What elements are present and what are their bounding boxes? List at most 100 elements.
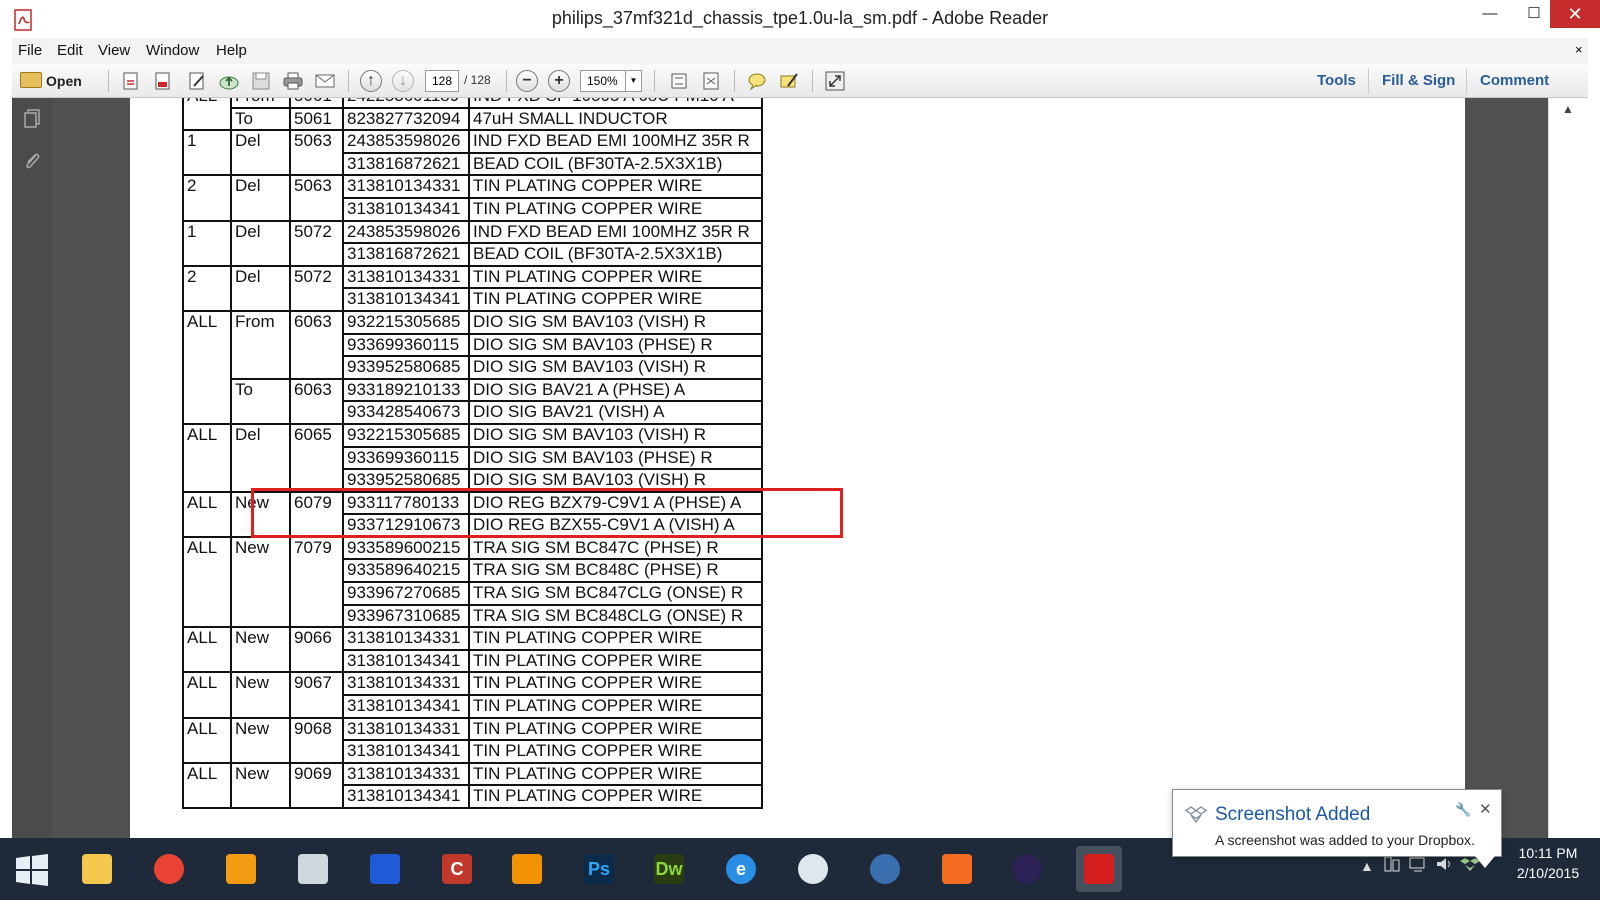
next-page-icon[interactable]: ↓ (392, 70, 414, 92)
fullscreen-icon[interactable] (824, 70, 846, 92)
table-row: To 6063 933189210133 DIO SIG BAV21 A (PHSE)… (182, 377, 763, 403)
description-cell: DIO SIG SM BAV103 (PHSE) R (468, 445, 763, 471)
taskbar-ccleaner[interactable]: C (434, 846, 480, 892)
description-cell: TIN PLATING COPPER WIRE (468, 694, 763, 719)
fill-sign-link[interactable]: Fill & Sign (1382, 72, 1455, 89)
device-icon[interactable] (1382, 854, 1402, 874)
save-icon[interactable] (250, 70, 272, 92)
qty-cell: ALL (182, 716, 232, 741)
description-cell: TIN PLATING COPPER WIRE (468, 287, 763, 312)
taskbar-dreamweaver[interactable]: Dw (646, 846, 692, 892)
action-cell: Del (230, 264, 291, 289)
description-cell: IND FXD BEAD EMI 100MHZ 35R R (468, 129, 763, 154)
attachments-icon[interactable] (22, 150, 42, 172)
zoom-select[interactable]: 150% ▼ (580, 70, 642, 92)
taskbar-photoshop[interactable]: Ps (576, 846, 622, 892)
fit-page-icon[interactable] (668, 70, 690, 92)
taskbar-file-explorer[interactable] (74, 846, 120, 892)
email-icon[interactable] (314, 70, 336, 92)
position-cell (289, 446, 344, 470)
taskbar-thunderbird[interactable] (862, 846, 908, 892)
part-number-cell: 933189210133 (342, 377, 470, 403)
xampp-icon (942, 854, 972, 884)
settings-wrench-icon[interactable]: 🔧 (1455, 802, 1471, 818)
taskbar-vlc[interactable] (504, 846, 550, 892)
taskbar-apps-grid[interactable] (218, 846, 264, 892)
vertical-scrollbar[interactable]: ▲ (1548, 98, 1588, 838)
highlight-text-icon[interactable] (778, 70, 800, 92)
taskbar-adobe-reader[interactable] (1076, 846, 1122, 892)
scroll-up-icon[interactable]: ▲ (1562, 102, 1574, 116)
notepad-pen-icon (298, 854, 328, 884)
menu-help[interactable]: Help (216, 42, 247, 59)
menu-edit[interactable]: Edit (57, 42, 83, 59)
toolbar-separator (348, 70, 349, 92)
menu-view[interactable]: View (98, 42, 130, 59)
volume-icon[interactable] (1434, 854, 1454, 874)
part-number-cell: 823827732094 (342, 106, 470, 132)
page-number-input[interactable]: 128 (425, 70, 459, 92)
qty-cell (182, 288, 232, 312)
comment-bubble-icon[interactable] (746, 70, 768, 92)
table-row: ALL New 9069 313810134331 TIN PLATING COPPER… (182, 761, 763, 787)
taskbar-app-blue[interactable] (362, 846, 408, 892)
previous-page-icon[interactable]: ↑ (360, 70, 382, 92)
toolbar-separator (1368, 68, 1369, 94)
fit-width-icon[interactable] (700, 70, 722, 92)
minimize-button[interactable]: — (1468, 0, 1512, 28)
open-button[interactable]: Open (20, 69, 82, 93)
menu-file[interactable]: File (18, 42, 42, 59)
action-cell (230, 446, 291, 470)
dreamweaver-icon: Dw (654, 854, 684, 884)
action-cell: Del (230, 129, 291, 153)
document-viewer[interactable]: ALLFrom5061242253601189IND FXD SF 10505 … (52, 98, 1548, 838)
position-cell: 9066 (289, 626, 344, 650)
qty-cell (182, 582, 232, 605)
dropbox-notification[interactable]: Screenshot Added A screenshot was added … (1172, 789, 1502, 868)
zoom-out-icon[interactable]: − (516, 70, 538, 92)
taskbar-xampp[interactable] (934, 846, 980, 892)
action-cell (230, 604, 291, 629)
position-cell: 9068 (289, 716, 344, 741)
taskbar-internet-explorer[interactable]: e (718, 846, 764, 892)
position-cell: 5061 (289, 106, 344, 132)
position-cell (289, 559, 344, 583)
notification-pointer (1475, 856, 1495, 868)
qty-cell (182, 152, 232, 177)
document-close-icon[interactable]: × (1575, 42, 1583, 57)
chevron-down-icon[interactable]: ▼ (625, 71, 641, 91)
taskbar-notepad-pen[interactable] (290, 846, 336, 892)
print-icon[interactable] (282, 70, 304, 92)
notification-close-icon[interactable]: ✕ (1479, 800, 1492, 818)
table-row: 933952580685 DIO SIG SM BAV103 (VISH) R (182, 355, 763, 380)
taskbar-chrome[interactable] (146, 846, 192, 892)
folder-icon (20, 72, 42, 88)
network-icon[interactable] (1408, 854, 1428, 874)
part-number-cell: 933699360115 (342, 445, 470, 471)
part-number-cell: 933952580685 (342, 355, 470, 380)
close-button[interactable]: ✕ (1550, 0, 1600, 28)
edit-pdf-icon[interactable] (186, 70, 208, 92)
part-number-cell: 242253601189 (342, 98, 470, 109)
upload-cloud-icon[interactable] (218, 70, 240, 92)
action-cell (230, 740, 291, 764)
position-cell (289, 401, 344, 425)
part-number-cell: 933428540673 (342, 400, 470, 425)
part-number-cell: 933589600215 (342, 535, 470, 561)
comment-link[interactable]: Comment (1480, 72, 1549, 89)
windows-start-icon[interactable] (14, 852, 50, 888)
table-row: 933589640215 TRA SIG SM BC848C (PHSE) R (182, 558, 763, 584)
action-cell: New (230, 626, 291, 650)
zoom-in-icon[interactable]: + (548, 70, 570, 92)
description-cell: TIN PLATING COPPER WIRE (468, 739, 763, 764)
tools-link[interactable]: Tools (1317, 72, 1356, 89)
taskbar-eclipse[interactable] (1004, 846, 1050, 892)
export-pdf-icon[interactable] (152, 70, 174, 92)
create-pdf-icon[interactable] (120, 70, 142, 92)
position-cell: 9069 (289, 761, 344, 786)
menu-window[interactable]: Window (146, 42, 199, 59)
show-hidden-icons-icon[interactable]: ▲ (1360, 858, 1374, 874)
taskbar-clock-app[interactable] (790, 846, 836, 892)
clock[interactable]: 10:11 PM 2/10/2015 (1502, 843, 1594, 883)
page-thumbnails-icon[interactable] (22, 108, 42, 130)
